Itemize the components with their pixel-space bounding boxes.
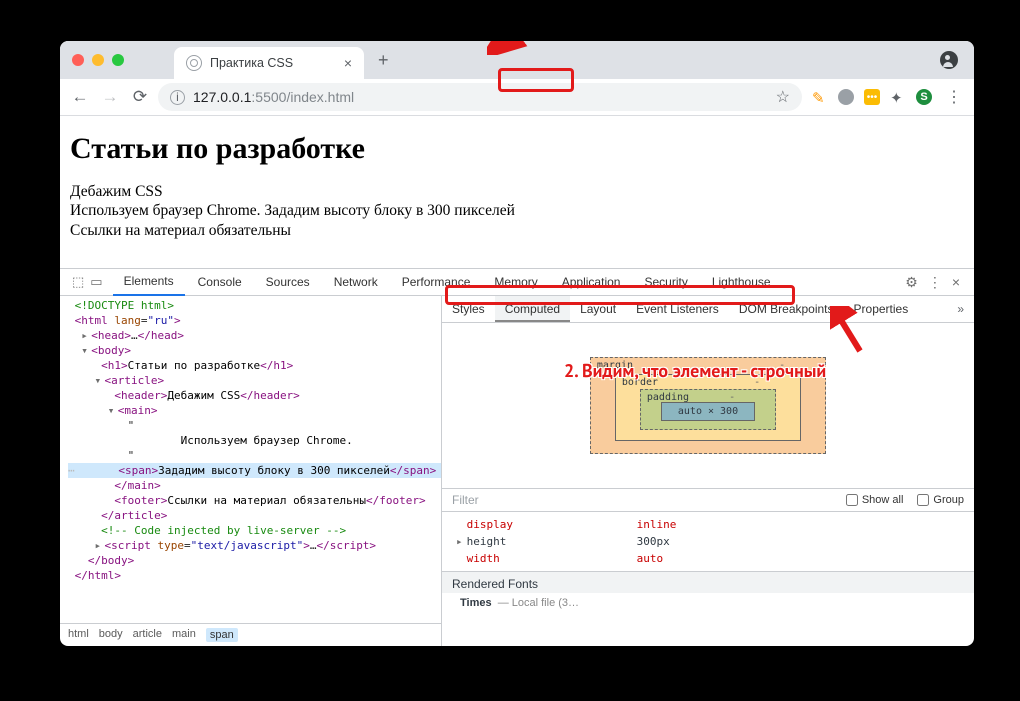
elements-panel: <!DOCTYPE html> <html lang="ru"> ▸<head>… [60, 296, 442, 646]
styles-panel: Styles Computed Layout Event Listeners D… [442, 296, 974, 646]
browser-menu-button[interactable]: ⋮ [942, 87, 966, 107]
computed-row[interactable]: display inline [442, 516, 974, 533]
bookmark-icon[interactable]: ☆ [776, 87, 790, 107]
tab-lighthouse[interactable]: Lighthouse [701, 269, 782, 295]
rendered-fonts-heading: Rendered Fonts [442, 571, 974, 593]
inspect-icon[interactable]: ⬚ [72, 274, 84, 290]
box-model-diagram[interactable]: margin - border - padding - auto × 300 [442, 323, 974, 488]
profile-avatar[interactable]: S [916, 89, 932, 105]
devtools-settings-icon[interactable]: ⚙ [905, 274, 918, 291]
address-bar[interactable]: i 127.0.0.1:5500/index.html ☆ [158, 83, 802, 111]
tab-elements[interactable]: Elements [113, 268, 185, 296]
computed-row[interactable]: ▸ height 300px [442, 533, 974, 550]
page-line: Ссылки на материал обязательны [70, 221, 964, 240]
page-content: Статьи по разработке Дебажим CSS Использ… [60, 116, 974, 268]
subtabs-overflow-icon[interactable]: » [947, 296, 974, 322]
subtab-computed[interactable]: Computed [495, 296, 570, 322]
extension-badge-icon[interactable]: ••• [864, 89, 880, 105]
page-heading: Статьи по разработке [70, 132, 964, 166]
tab-title: Практика CSS [210, 56, 293, 70]
computed-properties: display inline ▸ height 300px width auto [442, 512, 974, 571]
extension-icon[interactable] [838, 89, 854, 105]
devtools-menu-icon[interactable]: ⋮ [928, 274, 942, 291]
page-line: Используем браузер Chrome. Зададим высот… [70, 201, 964, 220]
devtools-panel: ⬚ ▭ Elements Console Sources Network Per… [60, 268, 974, 646]
styles-subtabs: Styles Computed Layout Event Listeners D… [442, 296, 974, 323]
reload-button[interactable]: ⟳ [128, 87, 152, 107]
filter-input[interactable]: Filter [452, 493, 479, 507]
url-port: :5500 [251, 89, 286, 105]
computed-row[interactable]: width auto [442, 550, 974, 567]
guest-profile-icon[interactable] [940, 51, 958, 69]
pencil-extension-icon[interactable]: ✎ [812, 89, 828, 105]
subtab-properties[interactable]: Properties [844, 296, 919, 322]
extensions-area: ✎ ••• ✦ S [808, 89, 936, 105]
tab-performance[interactable]: Performance [391, 269, 482, 295]
tab-memory[interactable]: Memory [483, 269, 548, 295]
tab-network[interactable]: Network [323, 269, 389, 295]
titlebar: Практика CSS × + [60, 41, 974, 79]
box-model-content: auto × 300 [661, 402, 755, 421]
device-mode-icon[interactable]: ▭ [90, 274, 102, 290]
browser-window: Практика CSS × + ← → ⟳ i 127.0.0.1:5500/… [60, 41, 974, 646]
minimize-window-button[interactable] [92, 54, 104, 66]
rendered-font-row: Times — Local file (3… [442, 593, 974, 613]
dom-breadcrumb[interactable]: html body article main span [60, 623, 441, 646]
maximize-window-button[interactable] [112, 54, 124, 66]
close-window-button[interactable] [72, 54, 84, 66]
tab-security[interactable]: Security [633, 269, 698, 295]
subtab-styles[interactable]: Styles [442, 296, 495, 322]
window-controls [72, 54, 124, 66]
browser-tab[interactable]: Практика CSS × [174, 47, 364, 79]
computed-filter-row: Filter Show all Group [442, 488, 974, 512]
close-tab-button[interactable]: × [344, 55, 352, 71]
subtab-dom-breakpoints[interactable]: DOM Breakpoints [729, 296, 844, 322]
extensions-menu-icon[interactable]: ✦ [890, 89, 906, 105]
tab-console[interactable]: Console [187, 269, 253, 295]
url-path: /index.html [286, 89, 354, 105]
back-button[interactable]: ← [68, 87, 92, 107]
dom-tree[interactable]: <!DOCTYPE html> <html lang="ru"> ▸<head>… [60, 296, 441, 623]
devtools-main-tabs: ⬚ ▭ Elements Console Sources Network Per… [60, 269, 974, 296]
page-line: Дебажим CSS [70, 182, 964, 201]
browser-toolbar: ← → ⟳ i 127.0.0.1:5500/index.html ☆ ✎ ••… [60, 79, 974, 116]
new-tab-button[interactable]: + [364, 50, 403, 71]
show-all-checkbox[interactable]: Show all [846, 494, 904, 506]
tab-sources[interactable]: Sources [255, 269, 321, 295]
url-host: 127.0.0.1 [193, 89, 251, 105]
globe-icon [186, 55, 202, 71]
site-info-icon[interactable]: i [170, 90, 185, 105]
group-checkbox[interactable]: Group [917, 494, 964, 506]
subtab-layout[interactable]: Layout [570, 296, 626, 322]
tab-application[interactable]: Application [551, 269, 632, 295]
devtools-close-icon[interactable]: × [952, 274, 960, 291]
forward-button[interactable]: → [98, 87, 122, 107]
subtab-event-listeners[interactable]: Event Listeners [626, 296, 729, 322]
